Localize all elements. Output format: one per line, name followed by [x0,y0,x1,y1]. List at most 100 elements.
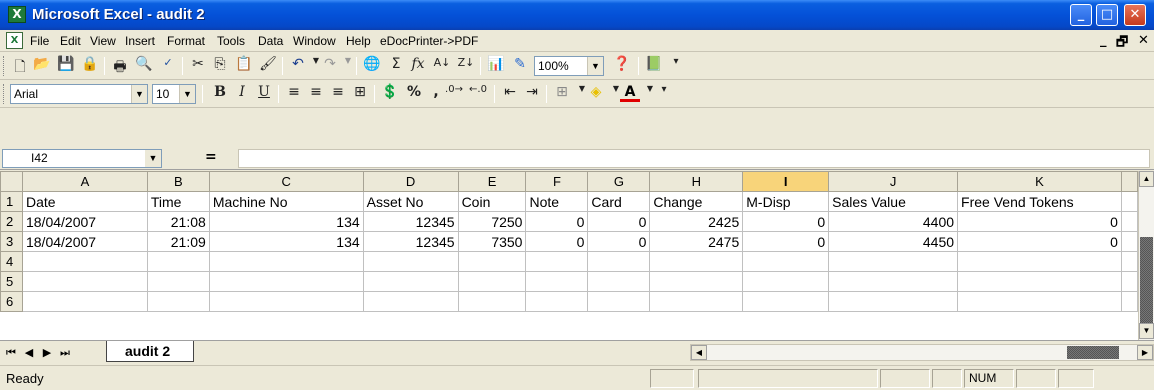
toolbar-options-icon[interactable]: ▾ [654,84,674,104]
bold-icon[interactable]: B [210,84,230,104]
cell[interactable] [742,271,830,292]
cell[interactable]: 0 [525,211,589,232]
next-sheet-icon[interactable]: ▶ [40,345,54,361]
menu-view[interactable]: View [90,34,116,48]
vertical-scrollbar[interactable]: ▲ ▼ [1138,171,1154,340]
column-header-c[interactable]: C [208,171,364,192]
cell[interactable]: 0 [587,211,651,232]
row-header[interactable]: 4 [0,251,23,272]
row-header[interactable]: 1 [0,191,23,212]
close-button[interactable]: ✕ [1124,4,1146,26]
column-header-i[interactable]: I [742,171,830,192]
cell[interactable]: 12345 [362,211,459,232]
row-header[interactable]: 5 [0,271,23,292]
cell[interactable]: 0 [957,231,1122,252]
cell[interactable] [525,271,589,292]
cell[interactable] [146,291,210,312]
font-name-combo[interactable]: Arial ▼ [10,84,148,104]
column-header-g[interactable]: G [587,171,651,192]
percent-icon[interactable]: % [404,84,424,104]
new-icon[interactable]: 🗋 [10,56,30,76]
cell[interactable] [742,251,830,272]
permission-icon[interactable]: 🔒 [80,56,100,76]
cell[interactable]: 0 [742,231,830,252]
cell[interactable]: 134 [208,231,364,252]
currency-icon[interactable]: 💲 [380,84,400,104]
cell[interactable]: 0 [742,211,830,232]
cell[interactable]: Free Vend Tokens [957,191,1122,212]
italic-icon[interactable]: I [232,84,252,104]
cell[interactable] [457,251,527,272]
cell[interactable] [1120,211,1138,232]
cell[interactable] [587,251,651,272]
redo-dropdown-icon[interactable]: ▼ [338,56,358,76]
menu-file[interactable]: File [30,34,49,48]
cell[interactable] [957,271,1122,292]
copy-icon[interactable]: ⎘ [210,56,230,76]
cell[interactable] [146,271,210,292]
horizontal-scroll-thumb[interactable] [1067,346,1119,359]
column-header-l[interactable] [1120,171,1138,192]
cell[interactable] [208,251,364,272]
open-icon[interactable]: 📂 [32,56,52,76]
cell[interactable]: Time [146,191,210,212]
cell[interactable] [828,251,959,272]
toolbar-grip[interactable] [3,84,6,104]
vertical-scroll-thumb[interactable] [1140,237,1153,325]
cell[interactable]: Sales Value [828,191,959,212]
cell[interactable] [649,251,744,272]
cell[interactable]: Asset No [362,191,459,212]
cell[interactable]: Machine No [208,191,364,212]
cell[interactable] [362,271,459,292]
scroll-up-icon[interactable]: ▲ [1139,171,1154,187]
column-header-b[interactable]: B [146,171,210,192]
prev-sheet-icon[interactable]: ◀ [22,345,36,361]
sheet-tab-audit-2[interactable]: audit 2 [106,341,194,362]
scroll-down-icon[interactable]: ▼ [1139,323,1154,339]
cell[interactable]: 2475 [649,231,744,252]
cell[interactable]: 0 [525,231,589,252]
cell[interactable]: Date [21,191,148,212]
chevron-down-icon[interactable]: ▼ [131,85,147,103]
align-left-icon[interactable]: ≡ [284,84,304,104]
select-all-corner[interactable] [0,171,23,192]
cell[interactable] [1120,271,1138,292]
decrease-indent-icon[interactable]: ⇤ [500,84,520,104]
title-bar[interactable]: X Microsoft Excel - audit 2 _ □ ✕ [0,0,1154,30]
cell[interactable] [957,291,1122,312]
worksheet-grid[interactable]: A B C D E F G H I J K 1 Date Time Machin… [0,171,1138,340]
cell[interactable]: 0 [957,211,1122,232]
cell[interactable]: 2425 [649,211,744,232]
menu-insert[interactable]: Insert [125,34,155,48]
doc-close-button[interactable]: ✕ [1138,33,1149,48]
autosum-icon[interactable]: Σ [386,56,406,76]
row-header[interactable]: 6 [0,291,23,312]
align-right-icon[interactable]: ≡ [328,84,348,104]
font-size-combo[interactable]: 10 ▼ [152,84,196,104]
cell[interactable] [525,251,589,272]
decrease-decimal-icon[interactable]: ←.0 [468,84,488,104]
cell[interactable] [21,291,148,312]
cell[interactable]: 18/04/2007 [21,231,148,252]
cell[interactable]: 21:09 [146,231,210,252]
cell[interactable] [21,271,148,292]
cell[interactable] [1120,231,1138,252]
fill-color-icon[interactable]: ◈ [586,84,606,104]
sort-descending-icon[interactable]: Z↓ [456,56,476,76]
menu-edocprinter[interactable]: eDocPrinter->PDF [380,34,478,48]
cell[interactable] [457,271,527,292]
cell[interactable] [1120,291,1138,312]
borders-icon[interactable]: ⊞ [552,84,572,104]
research-icon[interactable]: 📗 [644,56,664,76]
comma-style-icon[interactable]: , [426,84,446,104]
toolbar-grip[interactable] [3,56,6,76]
column-header-a[interactable]: A [21,171,148,192]
row-header[interactable]: 3 [0,231,23,252]
cell[interactable]: 0 [587,231,651,252]
cell[interactable]: 7350 [457,231,527,252]
last-sheet-icon[interactable]: ⏭ [58,345,72,361]
cell[interactable] [208,291,364,312]
cell[interactable]: Card [587,191,651,212]
chevron-down-icon[interactable]: ▼ [587,57,603,75]
cell[interactable]: 4400 [828,211,959,232]
